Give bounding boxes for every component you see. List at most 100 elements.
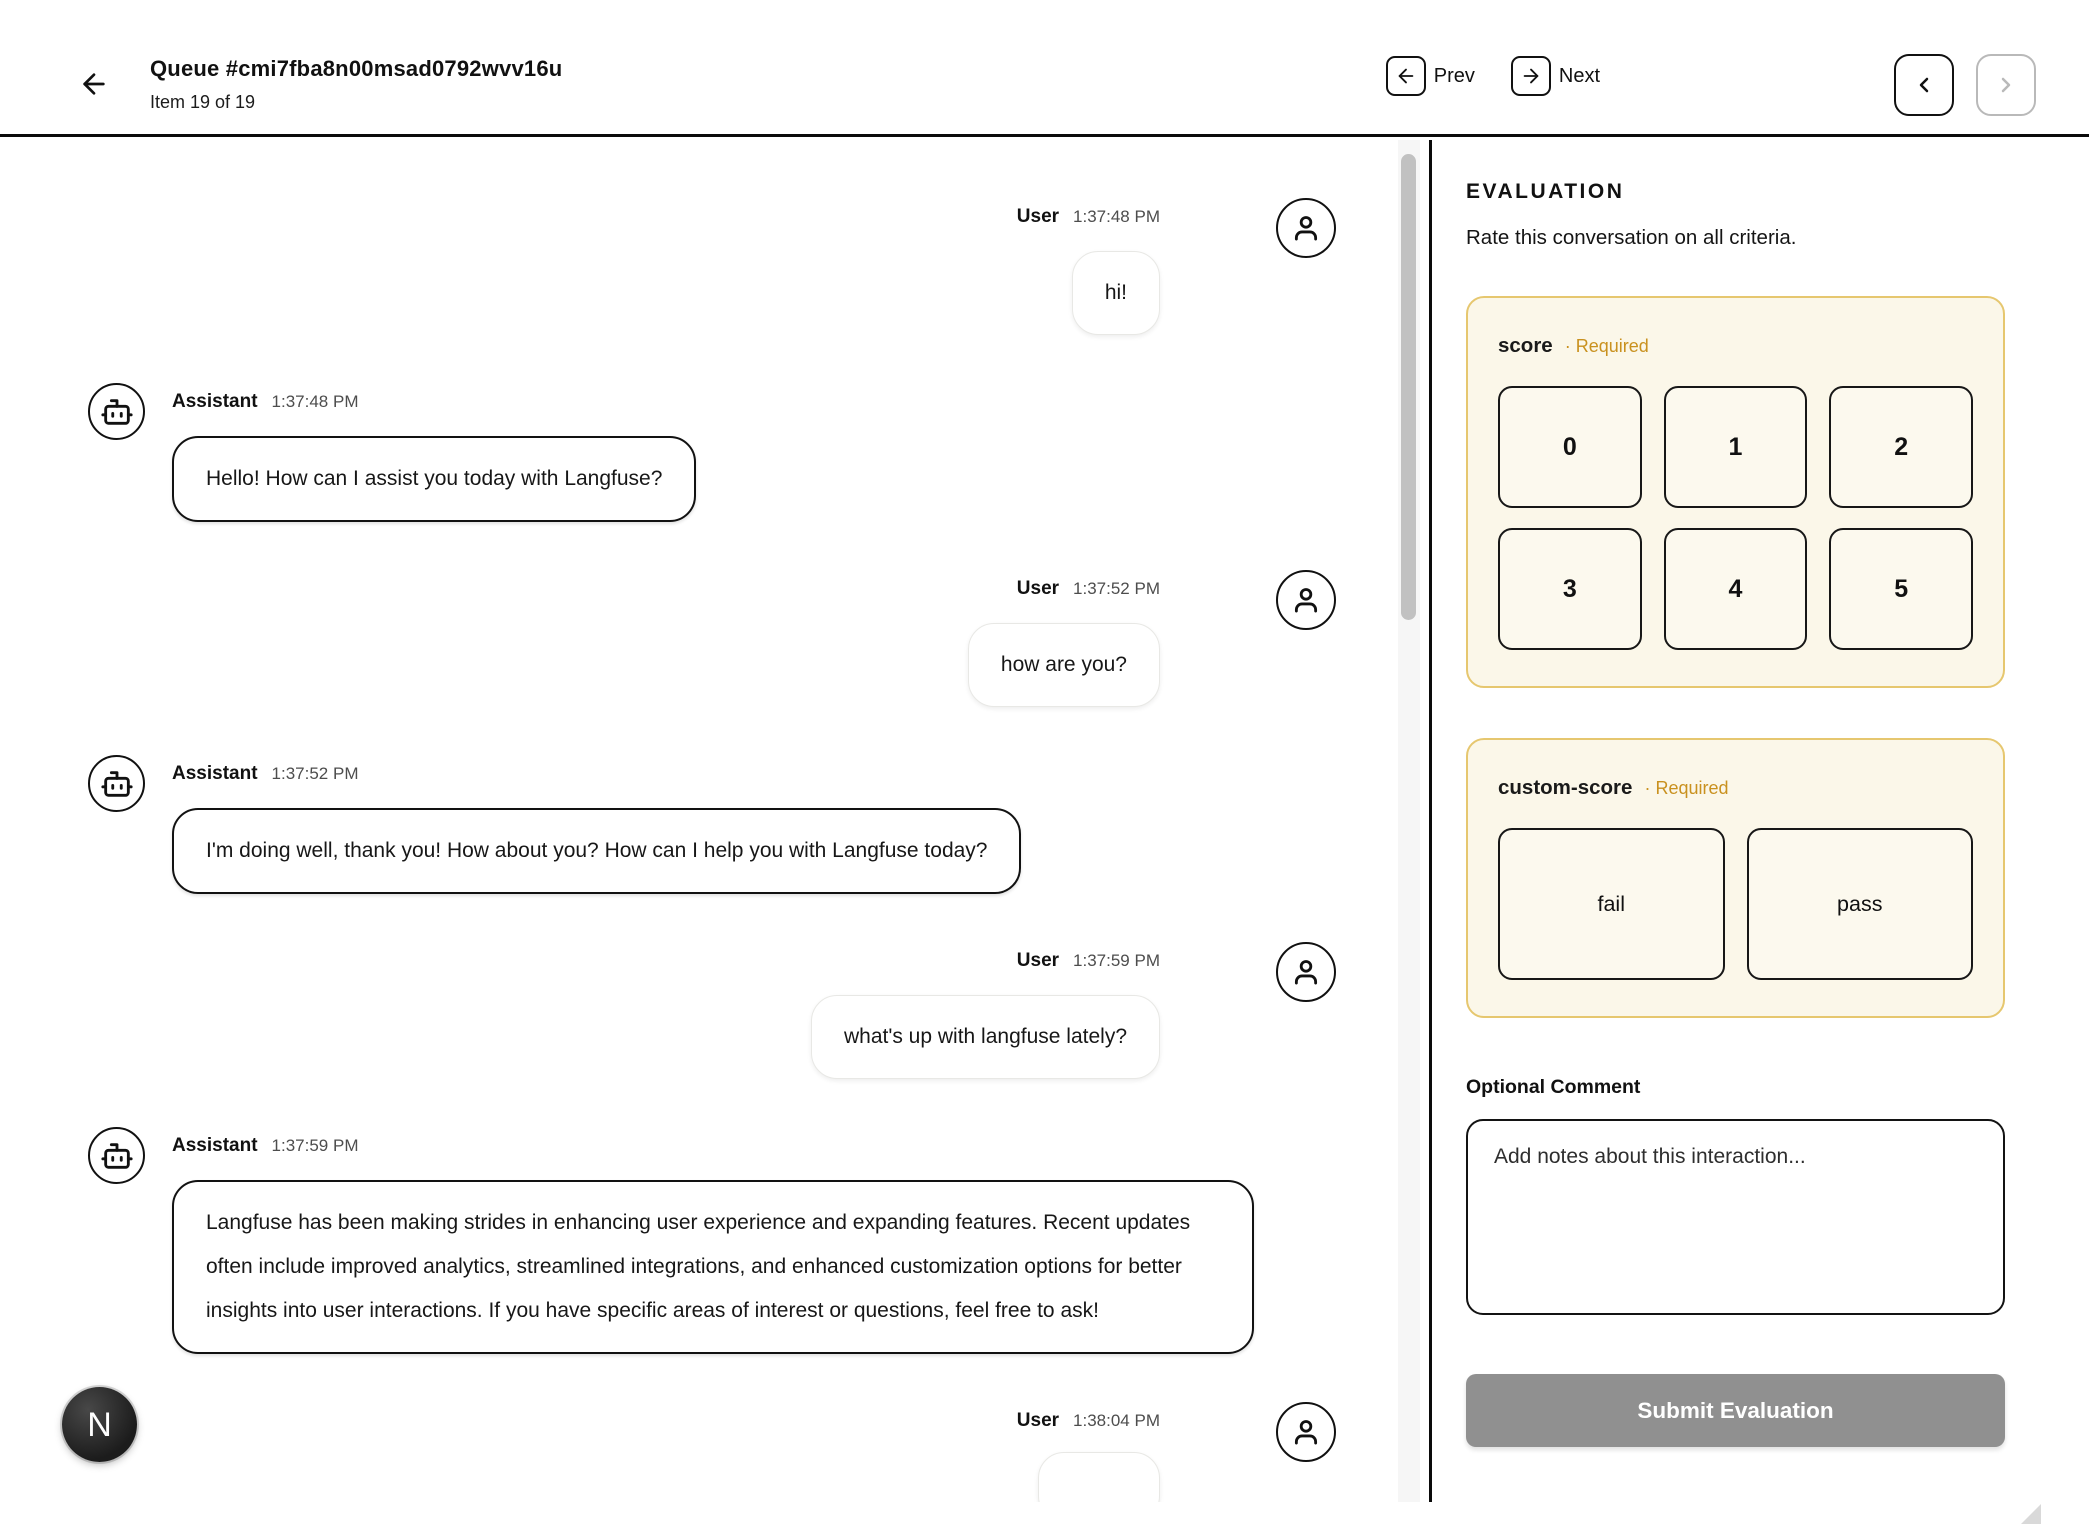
criterion-name: custom-score: [1498, 776, 1632, 800]
bot-icon: [100, 767, 134, 801]
user-icon: [1289, 211, 1323, 245]
custom-score-option-fail[interactable]: fail: [1498, 828, 1725, 980]
message-meta: User 1:37:52 PM: [1017, 578, 1248, 604]
message-meta: Assistant 1:37:48 PM: [172, 391, 1336, 417]
message-role: Assistant: [172, 763, 258, 785]
score-option-1[interactable]: 1: [1664, 386, 1808, 508]
user-avatar: [1276, 942, 1336, 1002]
chat-message-user: User 1:37:48 PM hi!: [88, 206, 1336, 335]
prev-label: Prev: [1434, 65, 1475, 88]
resize-grip-icon[interactable]: [2021, 1504, 2041, 1524]
dev-tools-badge[interactable]: N: [62, 1387, 137, 1462]
next-label: Next: [1559, 65, 1600, 88]
next-item-button[interactable]: [1976, 54, 2036, 116]
message-meta: User 1:37:48 PM: [1017, 206, 1248, 232]
evaluation-heading: EVALUATION: [1466, 180, 2005, 204]
message-bubble: what's up with langfuse lately?: [811, 995, 1160, 1079]
user-icon: [1289, 1415, 1323, 1449]
criterion-header: custom-score · Required: [1498, 776, 1973, 800]
message-timestamp: 1:37:59 PM: [1073, 951, 1160, 971]
score-option-2[interactable]: 2: [1829, 386, 1973, 508]
header: Queue #cmi7fba8n00msad0792wvv16u Item 19…: [0, 0, 2089, 137]
prev-control: Prev: [1386, 56, 1475, 96]
arrow-left-icon: [1395, 65, 1417, 87]
message-meta: Assistant 1:37:52 PM: [172, 763, 1336, 789]
back-button[interactable]: [72, 62, 116, 106]
user-avatar: [1276, 198, 1336, 258]
user-avatar: [1276, 1402, 1336, 1462]
chat-message-user-partial: User 1:38:04 PM: [88, 1410, 1336, 1502]
user-icon: [1289, 955, 1323, 989]
message-timestamp: 1:38:04 PM: [1073, 1411, 1160, 1431]
message-timestamp: 1:37:48 PM: [272, 392, 359, 412]
arrow-right-icon: [1520, 65, 1542, 87]
message-role: Assistant: [172, 391, 258, 413]
header-titles: Queue #cmi7fba8n00msad0792wvv16u Item 19…: [150, 56, 562, 113]
assistant-avatar: [88, 383, 145, 440]
message-timestamp: 1:37:48 PM: [1073, 207, 1160, 227]
evaluation-subheading: Rate this conversation on all criteria.: [1466, 226, 2005, 250]
message-role: User: [1017, 206, 1059, 228]
criterion-card-custom-score: custom-score · Required fail pass: [1466, 738, 2005, 1018]
assistant-avatar: [88, 1127, 145, 1184]
message-role: Assistant: [172, 1135, 258, 1157]
message-timestamp: 1:37:52 PM: [1073, 579, 1160, 599]
comment-textarea[interactable]: [1466, 1119, 2005, 1315]
comment-label: Optional Comment: [1466, 1076, 2005, 1099]
submit-evaluation-button[interactable]: Submit Evaluation: [1466, 1374, 2005, 1447]
score-option-5[interactable]: 5: [1829, 528, 1973, 650]
criterion-name: score: [1498, 334, 1553, 358]
annotation-queue-window: Queue #cmi7fba8n00msad0792wvv16u Item 19…: [0, 0, 2089, 1540]
message-meta: User 1:38:04 PM: [1017, 1410, 1248, 1436]
assistant-avatar: [88, 755, 145, 812]
message-bubble: Langfuse has been making strides in enha…: [172, 1180, 1254, 1354]
required-badge: · Required: [1565, 336, 1649, 357]
bot-icon: [100, 1139, 134, 1173]
bot-icon: [100, 395, 134, 429]
message-meta: Assistant 1:37:59 PM: [172, 1135, 1336, 1161]
user-avatar: [1276, 570, 1336, 630]
logo-letter: N: [87, 1408, 112, 1442]
chat-message-user: User 1:37:59 PM what's up with langfuse …: [88, 950, 1336, 1079]
page-title: Queue #cmi7fba8n00msad0792wvv16u: [150, 56, 562, 82]
message-role: User: [1017, 1410, 1059, 1432]
chat-message-assistant: Assistant 1:37:52 PM I'm doing well, tha…: [88, 763, 1336, 894]
score-options: 0 1 2 3 4 5: [1498, 386, 1973, 650]
prev-button[interactable]: [1386, 56, 1426, 96]
message-bubble: Hello! How can I assist you today with L…: [172, 436, 696, 522]
score-option-4[interactable]: 4: [1664, 528, 1808, 650]
pager-buttons: [1894, 54, 2036, 116]
chevron-left-icon: [1912, 73, 1936, 97]
item-counter: Item 19 of 19: [150, 92, 562, 113]
chat-message-assistant: Assistant 1:37:59 PM Langfuse has been m…: [88, 1135, 1336, 1354]
score-option-3[interactable]: 3: [1498, 528, 1642, 650]
criterion-card-score: score · Required 0 1 2 3 4 5: [1466, 296, 2005, 688]
custom-score-option-pass[interactable]: pass: [1747, 828, 1974, 980]
user-icon: [1289, 583, 1323, 617]
message-timestamp: 1:37:52 PM: [272, 764, 359, 784]
prev-next-hints: Prev Next: [1386, 56, 1600, 96]
chat-scrollbar-thumb[interactable]: [1401, 154, 1416, 620]
next-control: Next: [1511, 56, 1600, 96]
message-bubble: how are you?: [968, 623, 1160, 707]
message-bubble: [1038, 1452, 1160, 1502]
chat-message-user: User 1:37:52 PM how are you?: [88, 578, 1336, 707]
previous-item-button[interactable]: [1894, 54, 1954, 116]
message-timestamp: 1:37:59 PM: [272, 1136, 359, 1156]
message-role: User: [1017, 950, 1059, 972]
message-role: User: [1017, 578, 1059, 600]
score-option-0[interactable]: 0: [1498, 386, 1642, 508]
chat-message-assistant: Assistant 1:37:48 PM Hello! How can I as…: [88, 391, 1336, 522]
required-badge: · Required: [1644, 778, 1728, 799]
criterion-header: score · Required: [1498, 334, 1973, 358]
next-button[interactable]: [1511, 56, 1551, 96]
custom-score-options: fail pass: [1498, 828, 1973, 980]
evaluation-panel: EVALUATION Rate this conversation on all…: [1432, 140, 2089, 1502]
message-bubble: hi!: [1072, 251, 1160, 335]
message-meta: User 1:37:59 PM: [1017, 950, 1248, 976]
arrow-left-icon: [78, 68, 110, 100]
conversation-pane[interactable]: User 1:37:48 PM hi! Assistant 1:37:48 PM…: [0, 140, 1398, 1502]
chat-scrollbar-track[interactable]: [1398, 140, 1420, 1502]
chevron-right-icon: [1994, 73, 2018, 97]
message-bubble: I'm doing well, thank you! How about you…: [172, 808, 1021, 894]
